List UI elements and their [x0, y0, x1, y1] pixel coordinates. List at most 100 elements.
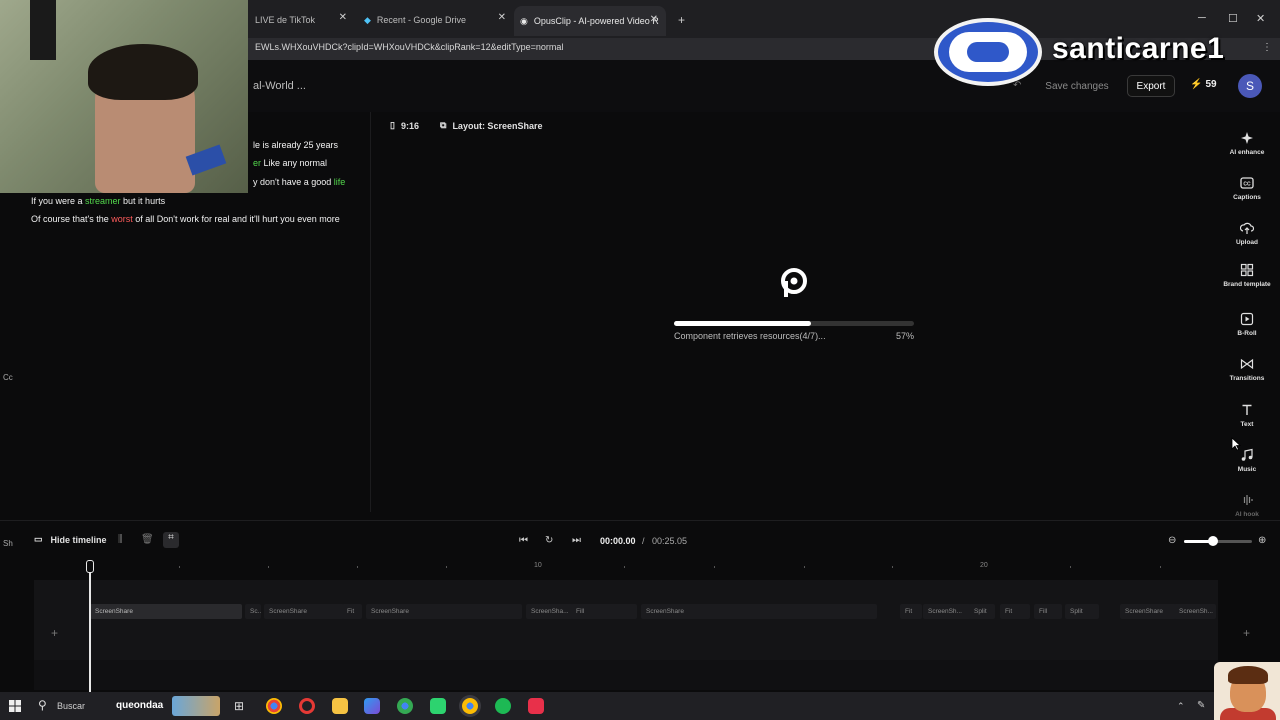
chevron-up-icon[interactable]: ⌃ [1177, 701, 1185, 712]
aspect-ratio-button[interactable]: ▯ 9:16 [390, 120, 419, 131]
timeline-clip[interactable]: Fit [1000, 604, 1030, 619]
windows-start-icon[interactable] [9, 700, 21, 712]
sidebar-item-captions[interactable]: CC Captions [1222, 176, 1272, 201]
overlay-username: queondaa [116, 700, 164, 711]
skip-back-icon[interactable]: ⏮ [519, 535, 528, 546]
timeline-clip[interactable]: ScreenShare [90, 604, 242, 619]
ai-hook-icon [1243, 495, 1253, 505]
android-app-icon[interactable] [430, 698, 446, 714]
split-icon[interactable]: ⫼ [118, 534, 130, 546]
timeline-clip[interactable]: ScreenShare [641, 604, 877, 619]
caption-text: Like any normal [263, 158, 328, 168]
timeline-clip[interactable]: ScreenSh... [1174, 604, 1216, 619]
timeline-clip[interactable]: Split [969, 604, 995, 619]
pen-icon[interactable]: ✎ [1197, 700, 1205, 711]
sidebar-item-transitions[interactable]: Transitions [1222, 357, 1272, 382]
zoom-in-icon[interactable]: ⊕ [1258, 535, 1266, 546]
close-icon[interactable]: ✕ [650, 14, 658, 25]
sparkle-icon [1241, 132, 1253, 144]
timeline-track[interactable] [34, 580, 1218, 660]
caption-highlight: worst [111, 214, 133, 224]
layout-button[interactable]: ⧉ Layout: ScreenShare [440, 120, 542, 131]
layout-icon: ⧉ [440, 120, 447, 130]
zoom-slider-handle[interactable] [1207, 536, 1218, 546]
timeline-clip[interactable]: ScreenSh... [923, 604, 975, 619]
close-icon[interactable]: ✕ [498, 12, 506, 23]
text-icon [1242, 404, 1252, 415]
sidebar-item-brand-template[interactable]: Brand template [1222, 263, 1272, 288]
hide-timeline-button[interactable]: ▭ Hide timeline [34, 534, 107, 545]
timeline-clip[interactable]: Fill [1034, 604, 1062, 619]
cc-icon: CC [1240, 177, 1254, 189]
loading-percent: 57% [895, 331, 914, 341]
sidebar-item-label: Upload [1235, 239, 1259, 246]
sidebar-item-music[interactable]: Music [1222, 448, 1272, 473]
search-icon[interactable]: ⚲ [38, 698, 47, 712]
file-explorer-icon[interactable] [332, 698, 348, 714]
tab-tiktok-live[interactable]: LIVE de TikTok ✕ [255, 8, 347, 32]
new-tab-button[interactable]: + [678, 13, 685, 27]
chrome-icon[interactable] [266, 698, 282, 714]
timeline-clip[interactable]: Sc... [245, 604, 261, 619]
taskbar-search-label[interactable]: Buscar [57, 701, 85, 711]
caption-line-5[interactable]: Of course that's the worst of all Don't … [31, 214, 340, 224]
opera-icon[interactable] [299, 698, 315, 714]
delete-icon[interactable]: 🗑 [141, 534, 154, 546]
panel-divider[interactable] [370, 112, 371, 512]
tiktok-icon[interactable] [528, 698, 544, 714]
timeline-clip[interactable]: Fit [342, 604, 362, 619]
caption-text: y don't have a good [253, 177, 334, 187]
timeline-clip[interactable]: ScreenShare [264, 604, 344, 619]
sidebar-item-ai-hook[interactable]: AI hook [1222, 493, 1272, 518]
caption-text: of all Don't work for real and it'll hur… [132, 214, 340, 224]
clip-track[interactable]: ScreenShareSc...ScreenShareFitScreenShar… [90, 604, 1220, 619]
add-track-button[interactable]: + [51, 626, 58, 640]
zoom-out-icon[interactable]: ⊖ [1168, 535, 1176, 546]
add-clip-button[interactable]: + [1243, 626, 1250, 640]
tab-google-drive[interactable]: ◆ Recent - Google Drive ✕ [364, 8, 506, 32]
webcam-overlay [0, 0, 248, 193]
timeline-clip[interactable]: Fill [571, 604, 637, 619]
sidebar-item-text[interactable]: Text [1222, 403, 1272, 428]
tab-title: OpusClip - AI-powered Video R [533, 16, 659, 26]
copilot-icon[interactable] [364, 698, 380, 714]
sidebar-item-b-roll[interactable]: B-Roll [1222, 312, 1272, 337]
task-view-icon[interactable]: ⊞ [234, 699, 244, 713]
sidebar-item-ai-enhance[interactable]: AI enhance [1222, 131, 1272, 156]
timeline-clip[interactable]: Fit [900, 604, 922, 619]
caption-line-3[interactable]: y don't have a good life [253, 177, 345, 187]
sidebar-item-label: B-Roll [1237, 330, 1257, 337]
layout-label: Layout: ScreenShare [452, 120, 543, 131]
playhead-handle[interactable] [86, 560, 94, 573]
playhead[interactable] [89, 560, 91, 694]
project-title[interactable]: al-World ... [253, 80, 306, 92]
caption-line-2[interactable]: er Like any normal [253, 158, 327, 168]
caption-line-4[interactable]: If you were a streamer but it hurts [31, 196, 165, 206]
sidebar-item-upload[interactable]: Upload [1222, 221, 1272, 246]
handshake-logo-icon [934, 18, 1042, 86]
sidebar-item-label: Transitions [1229, 375, 1265, 382]
spotify-icon[interactable] [495, 698, 511, 714]
drive-icon: ◆ [364, 14, 371, 25]
chrome-profile-icon[interactable] [397, 698, 413, 714]
timeline-clip[interactable]: Split [1065, 604, 1099, 619]
chrome-active-icon[interactable] [462, 698, 478, 714]
snap-icon[interactable]: ⌗ [163, 532, 179, 548]
url-text[interactable]: EWLs.WHXouVHDCk?clipId=WHXouVHDCk&clipRa… [255, 42, 563, 52]
secondary-track[interactable] [34, 660, 1218, 690]
ruler-tick [624, 566, 625, 568]
caption-line-1[interactable]: le is already 25 years [253, 140, 338, 150]
replay-icon[interactable]: ↻ [545, 535, 553, 546]
sidebar-item-label: Brand template [1223, 281, 1271, 288]
sidebar-item-label: Captions [1233, 194, 1261, 201]
timeline-ruler[interactable]: 10 20 [34, 558, 1218, 578]
timeline-clip[interactable]: ScreenShare [366, 604, 522, 619]
timeline-divider [0, 520, 1280, 521]
caption-highlight: streamer [85, 196, 121, 206]
close-icon[interactable]: ✕ [339, 12, 347, 23]
tab-opusclip[interactable]: ◉ OpusClip - AI-powered Video R ✕ [514, 6, 666, 36]
skip-forward-icon[interactable]: ⏭ [572, 535, 581, 546]
zoom-slider[interactable] [1184, 536, 1252, 546]
streamer-name: santicarne1 [1052, 32, 1225, 65]
opusclip-favicon-icon: ◉ [520, 15, 528, 26]
